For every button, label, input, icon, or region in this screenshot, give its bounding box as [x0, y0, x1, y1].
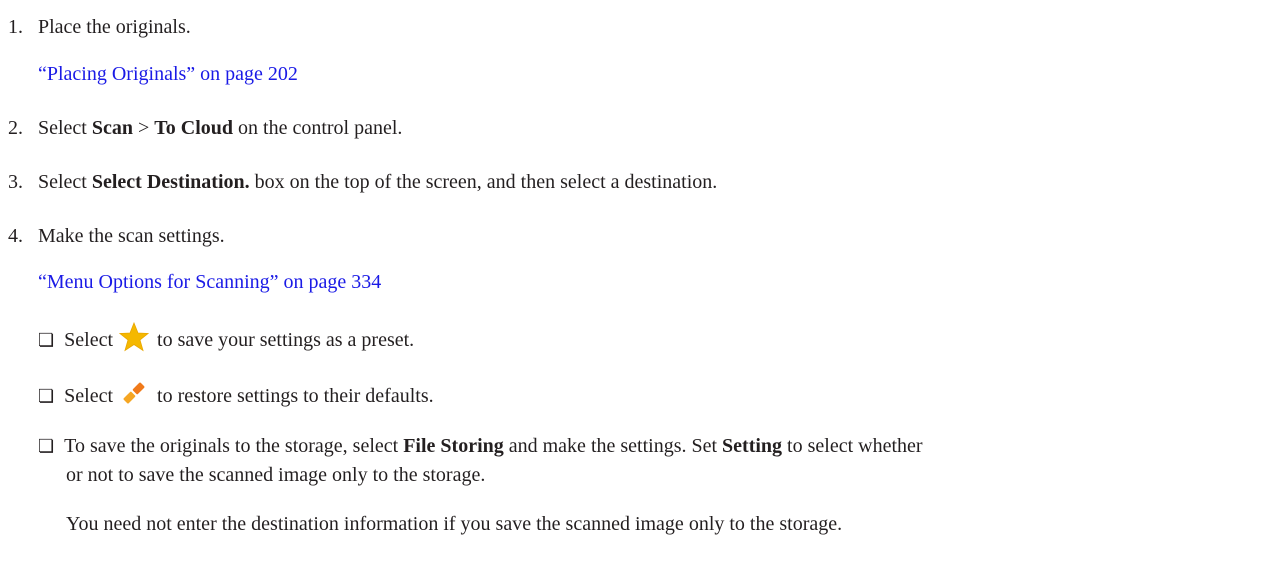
link-text[interactable]: “Menu Options for Scanning” on page 334 [38, 271, 381, 293]
star-icon [118, 321, 150, 352]
bold-term-file-storing: File Storing [403, 435, 504, 457]
text-segment: on the control panel. [233, 117, 403, 139]
bullet-restore: ❏ Select to restore settings to their defa… [38, 378, 434, 409]
note-text: You need not enter the destination infor… [66, 513, 843, 535]
step-number: 1. [8, 16, 23, 38]
step-number: 3. [8, 171, 23, 193]
bullet-storage: ❏ To save the originals to the storage, s… [38, 434, 923, 459]
bullet-text-pre: Select [64, 385, 114, 407]
link-text[interactable]: “Placing Originals” on page 202 [38, 63, 298, 85]
step-text: Place the originals. [38, 16, 191, 38]
bold-term-select-destination: Select Destination. [91, 171, 250, 193]
checkbox-bullet-icon: ❏ [38, 436, 55, 457]
step-text: Select Select Destination. box on the to… [38, 170, 717, 194]
note-paragraph: You need not enter the destination infor… [66, 512, 842, 536]
text-segment: Select [38, 117, 92, 139]
text-segment: or not to save the scanned image only to… [66, 464, 486, 486]
text-segment: to select whether [782, 435, 923, 457]
step-number: 4. [8, 225, 23, 247]
bold-term-setting: Setting [722, 435, 783, 457]
step-text: Select Scan > To Cloud on the control pa… [38, 116, 402, 140]
step-text: Make the scan settings. [38, 225, 225, 247]
text-segment: and make the settings. Set [503, 435, 723, 457]
bullet-storage-continuation: or not to save the scanned image only to… [66, 463, 485, 487]
text-segment: > [133, 117, 155, 139]
menu-options-link[interactable]: “Menu Options for Scanning” on page 334 [38, 270, 381, 294]
text-segment: To save the originals to the storage, se… [64, 435, 404, 457]
text-segment: Select [38, 171, 92, 193]
reset-icon [119, 378, 149, 408]
placing-originals-link[interactable]: “Placing Originals” on page 202 [38, 62, 298, 86]
checkbox-bullet-icon: ❏ [38, 330, 55, 351]
bullet-text-pre: Select [64, 329, 114, 351]
text-segment: box on the top of the screen, and then s… [249, 171, 718, 193]
bullet-preset: ❏ Select to save your settings as a preset… [38, 321, 415, 353]
bold-term-to-cloud: To Cloud [154, 117, 234, 139]
bullet-text-post: to restore settings to their defaults. [157, 385, 434, 407]
bold-term-scan: Scan [91, 117, 133, 139]
bullet-text-post: to save your settings as a preset. [157, 329, 415, 351]
step-number: 2. [8, 117, 23, 139]
checkbox-bullet-icon: ❏ [38, 386, 55, 407]
